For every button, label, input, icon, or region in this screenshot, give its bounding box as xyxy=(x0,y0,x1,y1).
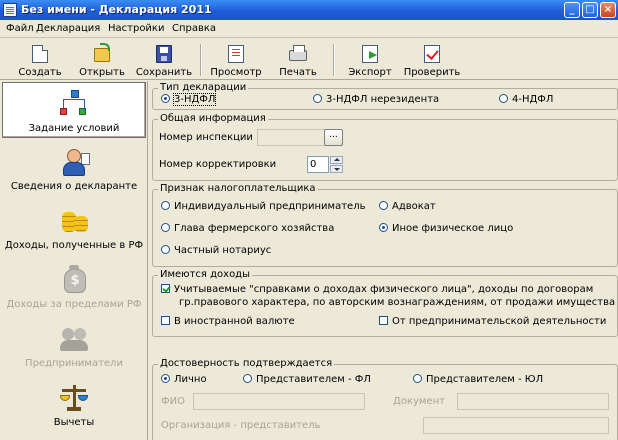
preview-document-icon xyxy=(228,45,244,63)
taxpayer-type-group: Признак налогоплательщика Индивидуальный… xyxy=(152,183,618,267)
main-form: Тип декларации 3-НДФЛ 3-НДФЛ нерезидента… xyxy=(150,81,618,440)
sidebar-item-conditions[interactable]: Задание условий xyxy=(2,82,146,138)
close-button[interactable]: × xyxy=(600,2,616,18)
menu-declaration[interactable]: Декларация xyxy=(36,23,100,34)
radio-representative-org[interactable]: Представителем - ЮЛ xyxy=(413,374,543,385)
group-legend: Достоверность подтверждается xyxy=(158,358,335,369)
save-button[interactable]: Сохранить xyxy=(134,42,194,78)
app-icon xyxy=(3,3,17,17)
menu-file[interactable]: Файл xyxy=(6,23,34,34)
people-icon xyxy=(60,324,88,352)
tree-icon xyxy=(60,89,88,117)
document-label: Документ xyxy=(393,396,445,407)
general-info-group: Общая информация Номер инспекции ... Ном… xyxy=(152,113,618,181)
income-group: Имеются доходы Учитываемые "справками о … xyxy=(152,269,618,337)
create-label: Создать xyxy=(18,67,62,78)
checkbox-business-income[interactable]: От предпринимательской деятельности xyxy=(379,316,606,327)
window-title: Без имени - Декларация 2011 xyxy=(21,3,212,16)
radio-other-person[interactable]: Иное физическое лицо xyxy=(379,223,513,234)
export-arrow-icon xyxy=(362,45,378,63)
open-folder-icon xyxy=(94,43,110,62)
radio-4ndfl[interactable]: 4-НДФЛ xyxy=(499,94,553,105)
app-window: Без имени - Декларация 2011 _ □ × Файл Д… xyxy=(0,0,618,440)
toolbar-separator xyxy=(333,44,334,76)
minimize-button[interactable]: _ xyxy=(564,2,580,18)
preview-button[interactable]: Просмотр xyxy=(206,42,266,78)
sidebar-item-label: Задание условий xyxy=(28,123,120,134)
radio-notary[interactable]: Частный нотариус xyxy=(161,245,271,256)
money-bag-icon xyxy=(60,265,88,293)
scales-icon xyxy=(60,383,88,411)
maximize-button[interactable]: □ xyxy=(582,2,598,18)
correction-number-field[interactable]: 0 xyxy=(307,156,329,173)
print-label: Печать xyxy=(279,67,317,78)
new-document-icon xyxy=(32,45,48,63)
correction-number-label: Номер корректировки xyxy=(159,159,277,170)
declaration-type-group: Тип декларации 3-НДФЛ 3-НДФЛ нерезидента… xyxy=(152,82,618,110)
export-label: Экспорт xyxy=(348,67,392,78)
inspection-browse-button[interactable]: ... xyxy=(324,129,343,146)
checkbox-accounted-income[interactable]: Учитываемые "справками о доходах физичес… xyxy=(161,284,593,295)
sidebar-item-entrepreneurs[interactable]: Предприниматели xyxy=(2,318,146,374)
radio-entrepreneur[interactable]: Индивидуальный предприниматель xyxy=(161,201,366,212)
radio-personally[interactable]: Лично xyxy=(161,374,207,385)
person-icon xyxy=(60,147,90,176)
group-legend: Имеются доходы xyxy=(158,269,252,280)
checkmark-document-icon xyxy=(424,45,440,63)
print-button[interactable]: Печать xyxy=(268,42,328,78)
correction-spinner[interactable] xyxy=(330,156,343,173)
menu-bar: Файл Декларация Настройки Справка xyxy=(0,20,618,38)
sidebar-item-label: Сведения о декларанте xyxy=(10,181,138,192)
radio-lawyer[interactable]: Адвокат xyxy=(379,201,436,212)
organization-label: Организация - представитель xyxy=(161,420,321,431)
radio-3ndfl[interactable]: 3-НДФЛ xyxy=(161,93,217,106)
group-legend: Тип декларации xyxy=(158,82,249,93)
sidebar-item-income-rf[interactable]: Доходы, полученные в РФ xyxy=(2,200,146,256)
check-label: Проверить xyxy=(403,67,461,78)
preview-label: Просмотр xyxy=(210,67,262,78)
create-button[interactable]: Создать xyxy=(10,42,70,78)
fio-label: ФИО xyxy=(161,396,185,407)
fio-field[interactable] xyxy=(193,393,365,410)
check-button[interactable]: Проверить xyxy=(402,42,462,78)
group-legend: Признак налогоплательщика xyxy=(158,183,318,194)
sidebar-item-income-abroad[interactable]: Доходы за пределами РФ xyxy=(2,259,146,315)
toolbar-separator xyxy=(200,44,201,76)
save-label: Сохранить xyxy=(135,67,193,78)
group-legend: Общая информация xyxy=(158,113,268,124)
toolbar: Создать Открыть Сохранить Просмотр Печат… xyxy=(0,40,618,80)
radio-3ndfl-nonresident[interactable]: 3-НДФЛ нерезидента xyxy=(313,94,439,105)
sidebar-item-label: Предприниматели xyxy=(25,358,123,369)
radio-representative-person[interactable]: Представителем - ФЛ xyxy=(243,374,371,385)
inspection-number-label: Номер инспекции xyxy=(159,132,253,143)
document-field[interactable] xyxy=(457,393,609,410)
sidebar-item-label: Доходы за пределами РФ xyxy=(6,299,142,310)
open-label: Открыть xyxy=(79,67,125,78)
sidebar-item-deductions[interactable]: Вычеты xyxy=(2,377,146,433)
floppy-disk-icon xyxy=(156,45,172,63)
spin-down-icon[interactable] xyxy=(330,165,343,173)
menu-help[interactable]: Справка xyxy=(172,23,216,34)
menu-settings[interactable]: Настройки xyxy=(108,23,164,34)
spin-up-icon[interactable] xyxy=(330,156,343,164)
accounted-income-label-line2: гр.правового характера, по авторским воз… xyxy=(179,297,618,308)
open-button[interactable]: Открыть xyxy=(72,42,132,78)
title-bar[interactable]: Без имени - Декларация 2011 _ □ × xyxy=(0,0,618,20)
organization-field[interactable] xyxy=(423,417,609,434)
printer-icon xyxy=(289,45,307,61)
sidebar: Задание условий Сведения о декларанте До… xyxy=(0,81,148,440)
radio-farm-head[interactable]: Глава фермерского хозяйства xyxy=(161,223,334,234)
checkbox-foreign-currency[interactable]: В иностранной валюте xyxy=(161,316,295,327)
export-button[interactable]: Экспорт xyxy=(340,42,400,78)
sidebar-item-declarant[interactable]: Сведения о декларанте xyxy=(2,141,146,197)
coins-icon xyxy=(60,206,88,234)
sidebar-item-label: Доходы, полученные в РФ xyxy=(4,240,144,251)
sidebar-item-label: Вычеты xyxy=(53,417,95,428)
confirmation-group: Достоверность подтверждается Лично Предс… xyxy=(152,358,618,440)
